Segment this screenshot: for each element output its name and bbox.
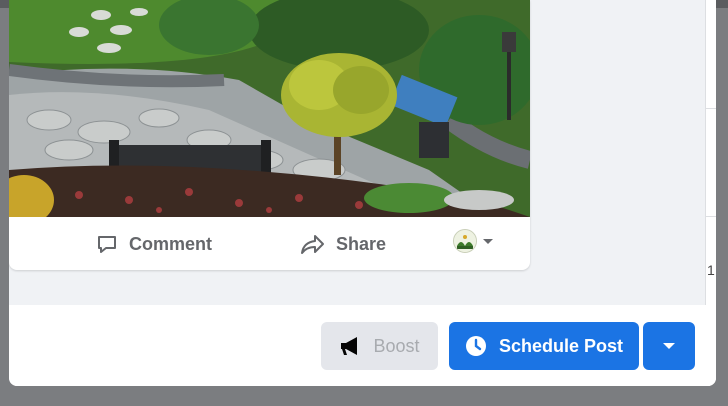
schedule-post-button[interactable]: Schedule Post xyxy=(449,322,639,370)
comment-label: Comment xyxy=(129,233,213,254)
caret-down-icon xyxy=(483,239,493,244)
schedule-options-dropdown[interactable] xyxy=(643,322,695,370)
garden-photo xyxy=(9,0,530,217)
boost-button[interactable]: Boost xyxy=(321,322,438,370)
caret-down-icon xyxy=(663,343,675,349)
share-icon xyxy=(301,235,324,254)
divider xyxy=(706,108,716,109)
boost-label: Boost xyxy=(373,335,420,356)
clock-icon xyxy=(465,336,486,356)
divider xyxy=(706,216,716,217)
comment-icon xyxy=(98,236,116,253)
side-text: 1 xyxy=(707,262,715,278)
megaphone-icon xyxy=(341,337,358,355)
schedule-post-label: Schedule Post xyxy=(498,335,624,356)
post-actions-bar: Comment Share xyxy=(9,217,530,270)
dialog-footer: Boost Schedule Post xyxy=(9,305,716,386)
create-post-dialog: 1 Comment Share Boost Schedule Post xyxy=(9,0,716,386)
audience-selector[interactable] xyxy=(453,229,495,253)
share-button[interactable]: Share xyxy=(300,227,386,261)
share-label: Share xyxy=(336,233,387,254)
post-preview-card: Comment Share xyxy=(9,0,530,270)
comment-button[interactable]: Comment xyxy=(95,227,212,261)
audience-avatar xyxy=(453,229,477,253)
